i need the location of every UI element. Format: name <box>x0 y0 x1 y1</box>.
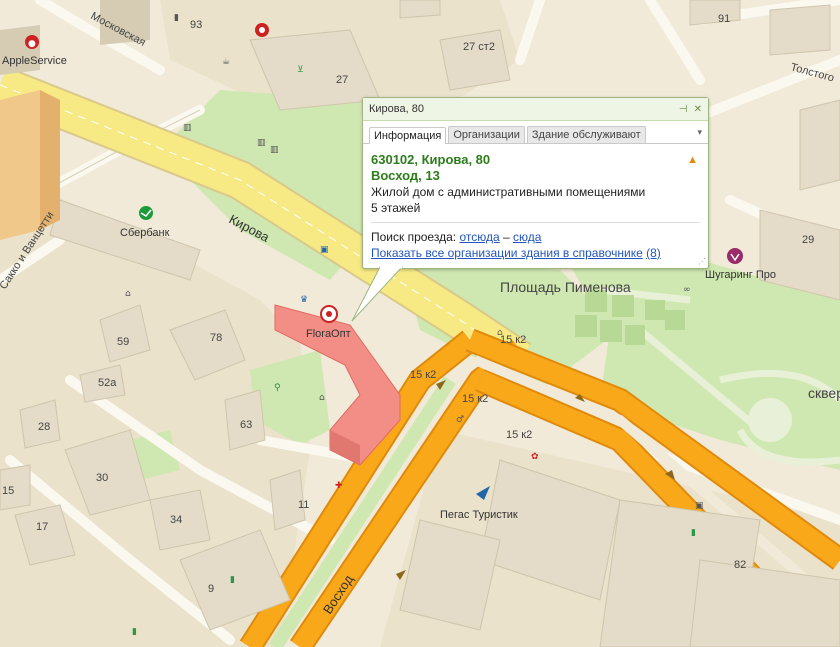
house-number: 15 к2 <box>500 334 526 346</box>
beauty-icon <box>727 248 743 264</box>
sports-icon: ⚲ <box>274 383 281 393</box>
pin-icon[interactable]: ⊣ <box>679 104 688 115</box>
house-number: 59 <box>117 336 129 348</box>
poi-label: AppleService <box>2 55 67 67</box>
house-number: 34 <box>170 514 182 526</box>
poi-label: Сбербанк <box>120 227 170 239</box>
popup-title: Кирова, 80 <box>369 103 424 115</box>
tabs-dropdown-icon[interactable]: ▾ <box>697 127 702 138</box>
house-number: 78 <box>210 332 222 344</box>
poi-label: Пегас Туристик <box>440 509 518 521</box>
house-number: 93 <box>190 19 202 31</box>
house-number: 15 к2 <box>462 393 488 405</box>
route-to-link[interactable]: сюда <box>513 230 541 244</box>
tab-building-services[interactable]: Здание обслуживают <box>526 126 646 143</box>
bus-stop-icon: ▣ <box>320 245 329 255</box>
building-description: Жилой дом с административными помещениям… <box>371 185 646 199</box>
house-number: 52а <box>98 377 117 389</box>
house-number: 27 <box>336 74 348 86</box>
tab-organizations[interactable]: Организации <box>448 126 525 143</box>
popup-tabs: Информация Организации Здание обслуживаю… <box>363 121 708 144</box>
divider <box>371 222 700 223</box>
route-dash: – <box>502 230 510 244</box>
medical-icon: ✚ <box>335 481 343 491</box>
popup-body: 630102, Кирова, 80 Восход, 13 Жилой дом … <box>363 144 708 261</box>
building-info-popup[interactable]: Кирова, 80 ⊣ ✕ Информация Организации Зд… <box>362 97 709 269</box>
popup-header: Кирова, 80 ⊣ ✕ <box>363 98 708 121</box>
show-all-orgs: Показать все организации здания в справо… <box>371 245 700 261</box>
house-icon: ⌂ <box>497 328 503 338</box>
fountain-icon: ♛ <box>300 295 308 305</box>
house-number: 11 <box>298 499 309 511</box>
popup-pointer <box>351 265 404 322</box>
house-number: 27 ст2 <box>463 41 495 53</box>
glasses-icon: ∞ <box>683 285 691 295</box>
route-label: Поиск проезда: <box>371 230 457 244</box>
house-number: 28 <box>38 421 50 433</box>
alt-address: Восход, 13 <box>371 168 440 183</box>
shop-icon: ▮ <box>174 13 179 23</box>
house-number: 15 к2 <box>410 369 436 381</box>
house-number: 17 <box>36 521 48 533</box>
atm-icon: ▥ <box>183 123 192 133</box>
star-icon: ✿ <box>531 452 539 462</box>
apple-icon: ● <box>28 39 36 49</box>
bus-icon: ▣ <box>695 501 704 511</box>
route-search: Поиск проезда: отсюда – сюда <box>371 229 700 245</box>
poi-label: FloraОпт <box>306 328 351 340</box>
house-number: 29 <box>802 234 814 246</box>
address: 630102, Кирова, 80 <box>371 152 491 167</box>
cart-icon: ⊻ <box>297 65 304 75</box>
house-number: 82 <box>734 559 746 571</box>
house-icon: ⌂ <box>125 289 131 299</box>
house-number: 15 <box>2 485 14 497</box>
show-all-orgs-link[interactable]: Показать все организации здания в справо… <box>371 246 643 260</box>
shop-icon: ▮ <box>691 528 696 538</box>
shop-icon: ▮ <box>230 575 235 585</box>
house-number: 63 <box>240 419 252 431</box>
close-icon[interactable]: ✕ <box>694 104 702 115</box>
house-number: 9 <box>208 583 214 595</box>
atm-icon: ▥ <box>257 138 266 148</box>
house-number: 15 к2 <box>506 429 532 441</box>
tab-info[interactable]: Информация <box>369 127 447 144</box>
house-number: 91 <box>718 13 730 25</box>
place-label-pimenova: Площадь Пименова <box>500 279 631 295</box>
house-number: 30 <box>96 472 108 484</box>
route-from-link[interactable]: отсюда <box>459 230 499 244</box>
atm-icon: ▥ <box>270 145 279 155</box>
org-count[interactable]: (8) <box>646 246 661 260</box>
floors: 5 этажей <box>371 201 421 215</box>
wc-icon: ♂ <box>456 415 464 425</box>
resize-handle-icon[interactable]: ⋰ <box>698 257 706 266</box>
place-label-skver: сквер <box>808 385 840 401</box>
poi-label: Шугаринг Про <box>705 269 776 281</box>
cafe-icon: ☕ <box>222 57 230 67</box>
warning-icon[interactable]: ▲ <box>687 154 698 166</box>
shop-icon: ▮ <box>132 627 137 637</box>
house-icon: ⌂ <box>319 393 325 403</box>
